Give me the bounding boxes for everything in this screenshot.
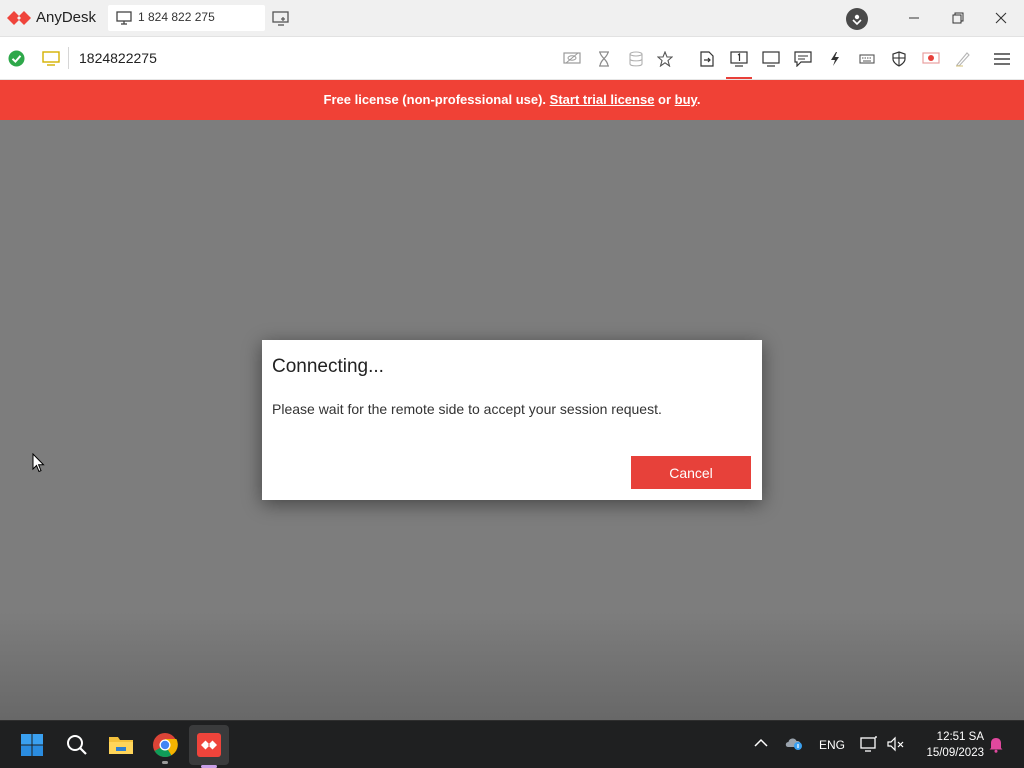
cancel-button[interactable]: Cancel	[631, 456, 751, 489]
title-bar: AnyDesk 1 824 822 275	[0, 0, 1024, 37]
app-title: AnyDesk	[36, 9, 97, 26]
permissions-button[interactable]	[886, 47, 912, 71]
chat-button[interactable]	[790, 47, 816, 71]
search-icon	[67, 735, 87, 755]
anydesk-app-icon	[197, 733, 221, 757]
clock-time: 12:51 SA	[936, 731, 984, 743]
search-button[interactable]	[61, 729, 93, 761]
keyboard-icon	[859, 54, 875, 64]
restore-icon	[952, 12, 964, 24]
session-tab[interactable]: 1 824 822 275	[108, 5, 265, 31]
banner-period: .	[696, 92, 701, 107]
file-explorer-button[interactable]	[105, 729, 137, 761]
start-button[interactable]	[16, 729, 48, 761]
new-tab-icon[interactable]	[272, 10, 290, 26]
display-one-icon	[730, 51, 748, 67]
pen-icon	[956, 52, 970, 67]
monitor-button[interactable]	[758, 47, 784, 71]
monitor-icon	[762, 51, 780, 67]
privacy-screen-icon	[563, 52, 581, 64]
minimize-button[interactable]	[902, 7, 926, 29]
privacy-mode-button[interactable]	[559, 47, 585, 71]
star-icon	[657, 51, 673, 67]
anydesk-logo-icon	[7, 11, 31, 25]
remote-desk-icon	[42, 51, 60, 66]
volume-muted-icon[interactable]	[887, 736, 905, 752]
discovery-icon[interactable]	[846, 8, 868, 30]
session-timer-button[interactable]	[591, 47, 617, 71]
mouse-cursor-icon	[32, 453, 45, 473]
chrome-running-indicator	[162, 761, 168, 764]
address-bar: 1824822275	[0, 37, 1024, 80]
system-clock[interactable]: 12:51 SA 15/09/2023	[912, 729, 984, 761]
file-transfer-icon	[700, 51, 714, 67]
banner-or-text: or	[654, 92, 675, 107]
connecting-dialog: Connecting... Please wait for the remote…	[262, 340, 762, 500]
notification-bell-icon[interactable]	[988, 736, 1004, 753]
windows-start-icon	[21, 734, 43, 756]
buy-link[interactable]: buy	[675, 92, 697, 107]
dialog-message: Please wait for the remote side to accep…	[272, 401, 662, 417]
whiteboard-button[interactable]	[950, 47, 976, 71]
chrome-button[interactable]	[149, 729, 181, 764]
lightning-icon	[831, 52, 839, 66]
chevron-up-icon[interactable]	[754, 738, 768, 748]
database-button[interactable]	[623, 47, 649, 71]
network-display-icon[interactable]	[860, 736, 878, 752]
dialog-title: Connecting...	[272, 356, 384, 377]
main-menu-button[interactable]	[989, 47, 1015, 71]
language-indicator[interactable]: ENG	[819, 738, 845, 752]
hamburger-menu-icon	[994, 53, 1010, 65]
folder-icon	[109, 737, 133, 754]
address-separator	[68, 47, 69, 69]
anydesk-taskbar-button[interactable]	[189, 725, 229, 768]
hourglass-icon	[599, 51, 609, 67]
address-input[interactable]: 1824822275	[79, 50, 157, 66]
clock-date: 15/09/2023	[926, 747, 984, 759]
restore-button[interactable]	[946, 7, 970, 29]
chrome-icon	[153, 733, 178, 758]
license-banner: Free license (non-professional use). Sta…	[0, 80, 1024, 120]
minimize-icon	[909, 17, 919, 19]
favorite-button[interactable]	[652, 47, 678, 71]
monitor-icon	[116, 11, 132, 25]
license-text: Free license (non-professional use).	[323, 92, 550, 107]
database-icon	[629, 51, 643, 67]
file-transfer-button[interactable]	[694, 47, 720, 71]
onedrive-cloud-icon[interactable]	[784, 735, 804, 751]
keyboard-button[interactable]	[854, 47, 880, 71]
taskbar: ENG 12:51 SA 15/09/2023	[0, 720, 1024, 768]
session-tab-label: 1 824 822 275	[138, 10, 215, 24]
connected-check-icon	[8, 50, 25, 67]
record-button[interactable]	[918, 47, 944, 71]
record-screen-icon	[922, 52, 940, 64]
shield-icon	[892, 51, 906, 67]
close-button[interactable]	[989, 7, 1013, 29]
start-trial-link[interactable]: Start trial license	[550, 92, 655, 107]
display-1-button[interactable]	[726, 47, 752, 79]
close-icon	[995, 12, 1007, 24]
chat-icon	[794, 51, 812, 67]
actions-button[interactable]	[822, 47, 848, 71]
